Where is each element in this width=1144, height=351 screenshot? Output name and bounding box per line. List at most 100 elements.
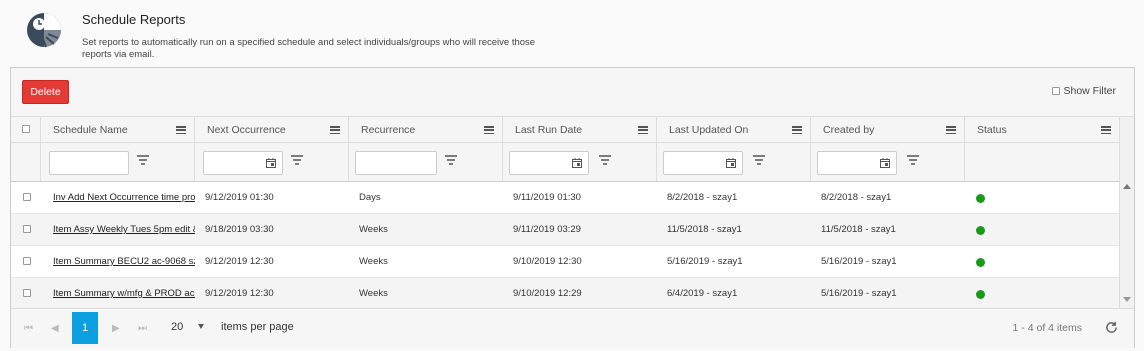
schedule-name-link[interactable]: Inv Add Next Occurrence time prod [53, 192, 195, 203]
column-header-status[interactable]: Status [965, 117, 1119, 142]
table-row[interactable]: Item Summary BECU2 ac-9068 szicp 9/12/20… [11, 246, 1119, 278]
select-all-column [11, 117, 41, 142]
next-page-icon[interactable]: ▶ [112, 323, 120, 334]
last-run-date-filter-input[interactable] [509, 151, 589, 175]
calendar-icon[interactable] [880, 158, 890, 168]
row-checkbox[interactable] [23, 257, 31, 265]
filter-icon[interactable] [907, 155, 919, 165]
filter-cell-schedule-name [41, 143, 195, 181]
calendar-icon[interactable] [726, 158, 736, 168]
delete-button[interactable]: Delete [22, 80, 69, 104]
schedule-name-link[interactable]: Item Summary BECU2 ac-9068 szicp [53, 256, 195, 267]
next-occurrence-cell: 9/18/2019 03:30 [205, 224, 274, 235]
grid-header: Schedule Name Next Occurrence Recurrence… [11, 117, 1119, 143]
column-header-next-occurrence[interactable]: Next Occurrence [195, 117, 349, 142]
recurrence-filter-input[interactable] [355, 151, 437, 175]
created-by-cell: 5/16/2019 - szay1 [821, 256, 897, 267]
status-indicator [976, 258, 985, 267]
filter-icon[interactable] [599, 155, 611, 165]
column-title: Status [977, 124, 1007, 136]
filter-cell-last-run-date [503, 143, 657, 181]
column-header-last-updated-on[interactable]: Last Updated On [657, 117, 811, 142]
recurrence-cell: Weeks [359, 288, 388, 299]
table-row[interactable]: Inv Add Next Occurrence time prod 9/12/2… [11, 182, 1119, 214]
last-page-icon[interactable]: ⏭ [138, 323, 147, 334]
schedule-name-filter-input[interactable] [49, 151, 129, 175]
filter-icon[interactable] [291, 155, 303, 165]
column-title: Last Updated On [669, 124, 749, 136]
schedule-name-link[interactable]: Item Assy Weekly Tues 5pm edit & s [53, 224, 195, 235]
grid-panel: Delete Show Filter Schedule Name Next Oc… [10, 67, 1135, 348]
last-updated-filter-input[interactable] [663, 151, 743, 175]
page-size-select[interactable]: 20 [171, 321, 183, 333]
show-filter-toggle[interactable]: Show Filter [1052, 85, 1116, 97]
column-menu-icon[interactable] [1101, 126, 1111, 135]
created-by-cell: 5/16/2019 - szay1 [821, 288, 897, 299]
select-all-checkbox[interactable] [22, 125, 30, 133]
filter-icon[interactable] [753, 155, 765, 165]
filter-cell-next-occurrence [195, 143, 349, 181]
next-occurrence-cell: 9/12/2019 12:30 [205, 256, 274, 267]
status-indicator [976, 194, 985, 203]
row-checkbox[interactable] [23, 289, 31, 297]
created-by-cell: 11/5/2018 - szay1 [821, 224, 896, 235]
status-indicator [976, 290, 985, 299]
vertical-scrollbar[interactable] [1119, 117, 1134, 308]
schedule-name-link[interactable]: Item Summary w/mfg & PROD ac-9 [53, 288, 195, 299]
next-occurrence-cell: 9/12/2019 01:30 [205, 192, 274, 203]
pager-info: 1 - 4 of 4 items [1012, 322, 1082, 334]
page-header: Schedule Reports Set reports to automati… [0, 0, 1144, 67]
status-indicator [976, 226, 985, 235]
next-occurrence-filter-input[interactable] [203, 151, 283, 175]
column-header-recurrence[interactable]: Recurrence [349, 117, 503, 142]
column-header-created-by[interactable]: Created by [811, 117, 965, 142]
table-row[interactable]: Item Assy Weekly Tues 5pm edit & s 9/18/… [11, 214, 1119, 246]
column-menu-icon[interactable] [484, 126, 494, 135]
last-updated-cell: 6/4/2019 - szay1 [667, 288, 738, 299]
filter-cell-recurrence [349, 143, 503, 181]
last-run-cell: 9/11/2019 01:30 [513, 192, 581, 203]
grid-toolbar: Delete Show Filter [11, 68, 1134, 117]
page-1-button[interactable]: 1 [72, 312, 98, 344]
column-title: Last Run Date [515, 124, 583, 136]
calendar-icon[interactable] [572, 158, 582, 168]
created-by-cell: 8/2/2018 - szay1 [821, 192, 892, 203]
table-row[interactable]: Item Summary w/mfg & PROD ac-9 9/12/2019… [11, 278, 1119, 310]
column-menu-icon[interactable] [946, 126, 956, 135]
filter-cell-empty [11, 143, 41, 181]
column-title: Created by [823, 124, 875, 136]
filter-icon[interactable] [445, 155, 457, 165]
filter-row [11, 143, 1119, 182]
refresh-icon[interactable] [1105, 321, 1118, 334]
recurrence-cell: Weeks [359, 224, 388, 235]
filter-icon[interactable] [137, 155, 149, 165]
filter-cell-created-by [811, 143, 965, 181]
prev-page-icon[interactable]: ◀ [51, 323, 59, 334]
recurrence-cell: Days [359, 192, 381, 203]
last-run-cell: 9/10/2019 12:30 [513, 256, 582, 267]
column-menu-icon[interactable] [638, 126, 648, 135]
row-checkbox[interactable] [23, 193, 31, 201]
last-updated-cell: 8/2/2018 - szay1 [667, 192, 738, 203]
row-checkbox[interactable] [23, 225, 31, 233]
items-per-page-label: items per page [221, 321, 294, 333]
last-run-cell: 9/11/2019 03:29 [513, 224, 581, 235]
show-filter-checkbox[interactable] [1052, 87, 1061, 95]
column-header-schedule-name[interactable]: Schedule Name [41, 117, 195, 142]
calendar-icon[interactable] [266, 158, 276, 168]
clock-pie-icon [27, 13, 61, 48]
column-menu-icon[interactable] [176, 126, 186, 135]
chevron-down-icon[interactable] [198, 324, 204, 329]
column-title: Next Occurrence [207, 124, 286, 136]
created-by-filter-input[interactable] [817, 151, 897, 175]
filter-cell-status [965, 143, 1119, 181]
column-menu-icon[interactable] [330, 126, 340, 135]
scroll-down-arrow-icon[interactable] [1123, 297, 1131, 302]
column-header-last-run-date[interactable]: Last Run Date [503, 117, 657, 142]
column-menu-icon[interactable] [792, 126, 802, 135]
column-title: Recurrence [361, 124, 416, 136]
first-page-icon[interactable]: ⏮ [24, 323, 33, 334]
scroll-up-arrow-icon[interactable] [1123, 184, 1131, 189]
next-occurrence-cell: 9/12/2019 12:30 [205, 288, 274, 299]
column-title: Schedule Name [53, 124, 128, 136]
